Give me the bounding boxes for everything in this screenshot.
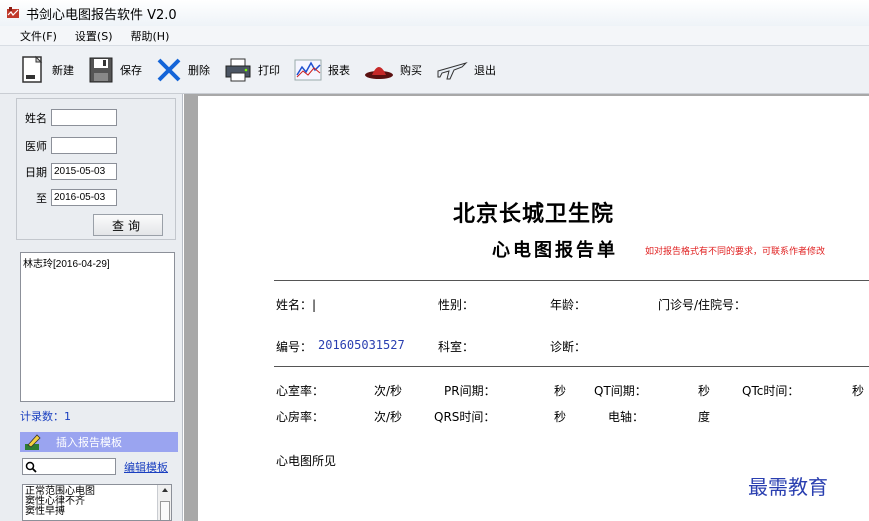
- list-item[interactable]: 窦性早搏: [25, 507, 169, 517]
- ventricular-rate-unit: 次/秒: [374, 384, 403, 398]
- window-title: 书剑心电图报告软件 V2.0: [26, 7, 177, 23]
- buy-hat-icon: [365, 66, 393, 79]
- watermark-text: 最需教育: [748, 475, 828, 499]
- report-area: 北京长城卫生院 心电图报告单 如对报告格式有不同的要求，可联系作者修改 姓名：|…: [184, 94, 869, 521]
- delete-button[interactable]: 删除: [156, 52, 210, 88]
- menu-settings[interactable]: 设置(S): [75, 28, 113, 44]
- date-to-row: 至 2016-05-03: [17, 189, 117, 206]
- to-label: 至: [36, 191, 47, 205]
- template-search-input[interactable]: [22, 458, 116, 475]
- query-button[interactable]: 查询: [93, 214, 163, 236]
- exit-airplane-icon: [437, 61, 468, 79]
- atrial-rate-unit: 次/秒: [374, 410, 403, 424]
- insert-template-label: 插入报告模板: [56, 436, 122, 449]
- qrs-time-unit: 秒: [554, 410, 567, 424]
- doctor-label: 医师: [25, 139, 47, 153]
- qtc-time-unit: 秒: [852, 384, 865, 398]
- save-button[interactable]: 保存: [88, 52, 142, 88]
- diagnosis-label: 诊断：: [550, 340, 587, 354]
- list-item[interactable]: 林志玲[2016-04-29]: [23, 255, 172, 270]
- date-to-input[interactable]: 2016-05-03: [51, 189, 117, 206]
- template-scrollbar[interactable]: [157, 485, 171, 520]
- doctor-input[interactable]: [51, 137, 117, 154]
- exit-button[interactable]: 退出: [436, 52, 496, 88]
- report-label: 报表: [328, 63, 350, 77]
- chart-report-icon: [294, 59, 322, 80]
- save-label: 保存: [120, 63, 142, 77]
- ecg-findings-label: 心电图所见: [276, 454, 337, 468]
- report-title: 心电图报告单: [492, 240, 618, 261]
- ventricular-rate-label: 心室率：: [276, 384, 325, 398]
- edit-template-link[interactable]: 编辑模板: [124, 459, 168, 475]
- menu-bar: 文件(F) 设置(S) 帮助(H): [0, 26, 869, 46]
- qrs-time-label: QRS时间：: [434, 410, 496, 424]
- qtc-time-label: QTc时间：: [742, 384, 800, 398]
- divider-middle: [274, 366, 869, 367]
- patient-name-label[interactable]: 姓名：|: [276, 296, 316, 313]
- record-number-label: 门诊号/住院号：: [658, 298, 747, 312]
- app-icon: [6, 6, 20, 20]
- exit-label: 退出: [474, 63, 496, 77]
- report-page: 北京长城卫生院 心电图报告单 如对报告格式有不同的要求，可联系作者修改 姓名：|…: [198, 96, 869, 521]
- pr-interval-unit: 秒: [554, 384, 567, 398]
- qt-interval-unit: 秒: [698, 384, 711, 398]
- serial-value: 201605031527: [318, 338, 405, 352]
- name-input[interactable]: [51, 109, 117, 126]
- hospital-name: 北京长城卫生院: [453, 202, 615, 227]
- report-button[interactable]: 报表: [294, 52, 350, 88]
- left-panel: 姓名 医师 日期 2015-05-03 至 2016-05-03 查询 林志玲[…: [0, 94, 183, 521]
- serial-label: 编号：: [276, 340, 313, 354]
- scroll-up-arrow-icon: [162, 488, 168, 492]
- printer-icon: [225, 58, 251, 81]
- name-row: 姓名: [17, 109, 117, 126]
- department-label: 科室：: [438, 340, 475, 354]
- new-button[interactable]: 新建: [20, 52, 74, 88]
- record-list: 林志玲[2016-04-29]: [20, 252, 175, 402]
- report-note: 如对报告格式有不同的要求，可联系作者修改: [645, 247, 826, 257]
- new-document-icon: [22, 55, 43, 83]
- print-label: 打印: [258, 63, 280, 77]
- delete-x-icon: [157, 58, 181, 81]
- pr-interval-label: PR间期：: [444, 384, 496, 398]
- scrollbar-thumb[interactable]: [160, 501, 170, 520]
- menu-help[interactable]: 帮助(H): [131, 28, 170, 44]
- pen-edit-icon: [25, 434, 41, 450]
- date-from-row: 日期 2015-05-03: [17, 163, 117, 180]
- age-label: 年龄：: [550, 298, 587, 312]
- delete-label: 删除: [188, 63, 210, 77]
- name-label: 姓名: [25, 111, 47, 125]
- insert-template-button[interactable]: 插入报告模板: [20, 432, 178, 452]
- print-button[interactable]: 打印: [224, 52, 280, 88]
- gender-label: 性别：: [438, 298, 475, 312]
- search-icon: [25, 461, 37, 473]
- divider-top: [274, 280, 869, 281]
- record-count: 计录数：1: [20, 410, 71, 423]
- new-label: 新建: [52, 63, 74, 77]
- axis-unit: 度: [698, 410, 711, 424]
- doctor-row: 医师: [17, 137, 117, 154]
- search-panel: 姓名 医师 日期 2015-05-03 至 2016-05-03 查询: [16, 98, 176, 240]
- title-bar: 书剑心电图报告软件 V2.0: [0, 0, 869, 26]
- template-list: 正常范围心电图 窦性心律不齐 窦性早搏: [22, 484, 172, 521]
- axis-label: 电轴：: [608, 410, 645, 424]
- date-from-input[interactable]: 2015-05-03: [51, 163, 117, 180]
- atrial-rate-label: 心房率：: [276, 410, 325, 424]
- menu-file[interactable]: 文件(F): [20, 28, 57, 44]
- floppy-disk-icon: [89, 57, 113, 82]
- qt-interval-label: QT间期：: [594, 384, 647, 398]
- toolbar: 新建 保存 删除 打印 报表 购买 退出: [0, 46, 869, 94]
- buy-button[interactable]: 购买: [364, 52, 422, 88]
- date-label: 日期: [25, 165, 47, 179]
- buy-label: 购买: [400, 63, 422, 77]
